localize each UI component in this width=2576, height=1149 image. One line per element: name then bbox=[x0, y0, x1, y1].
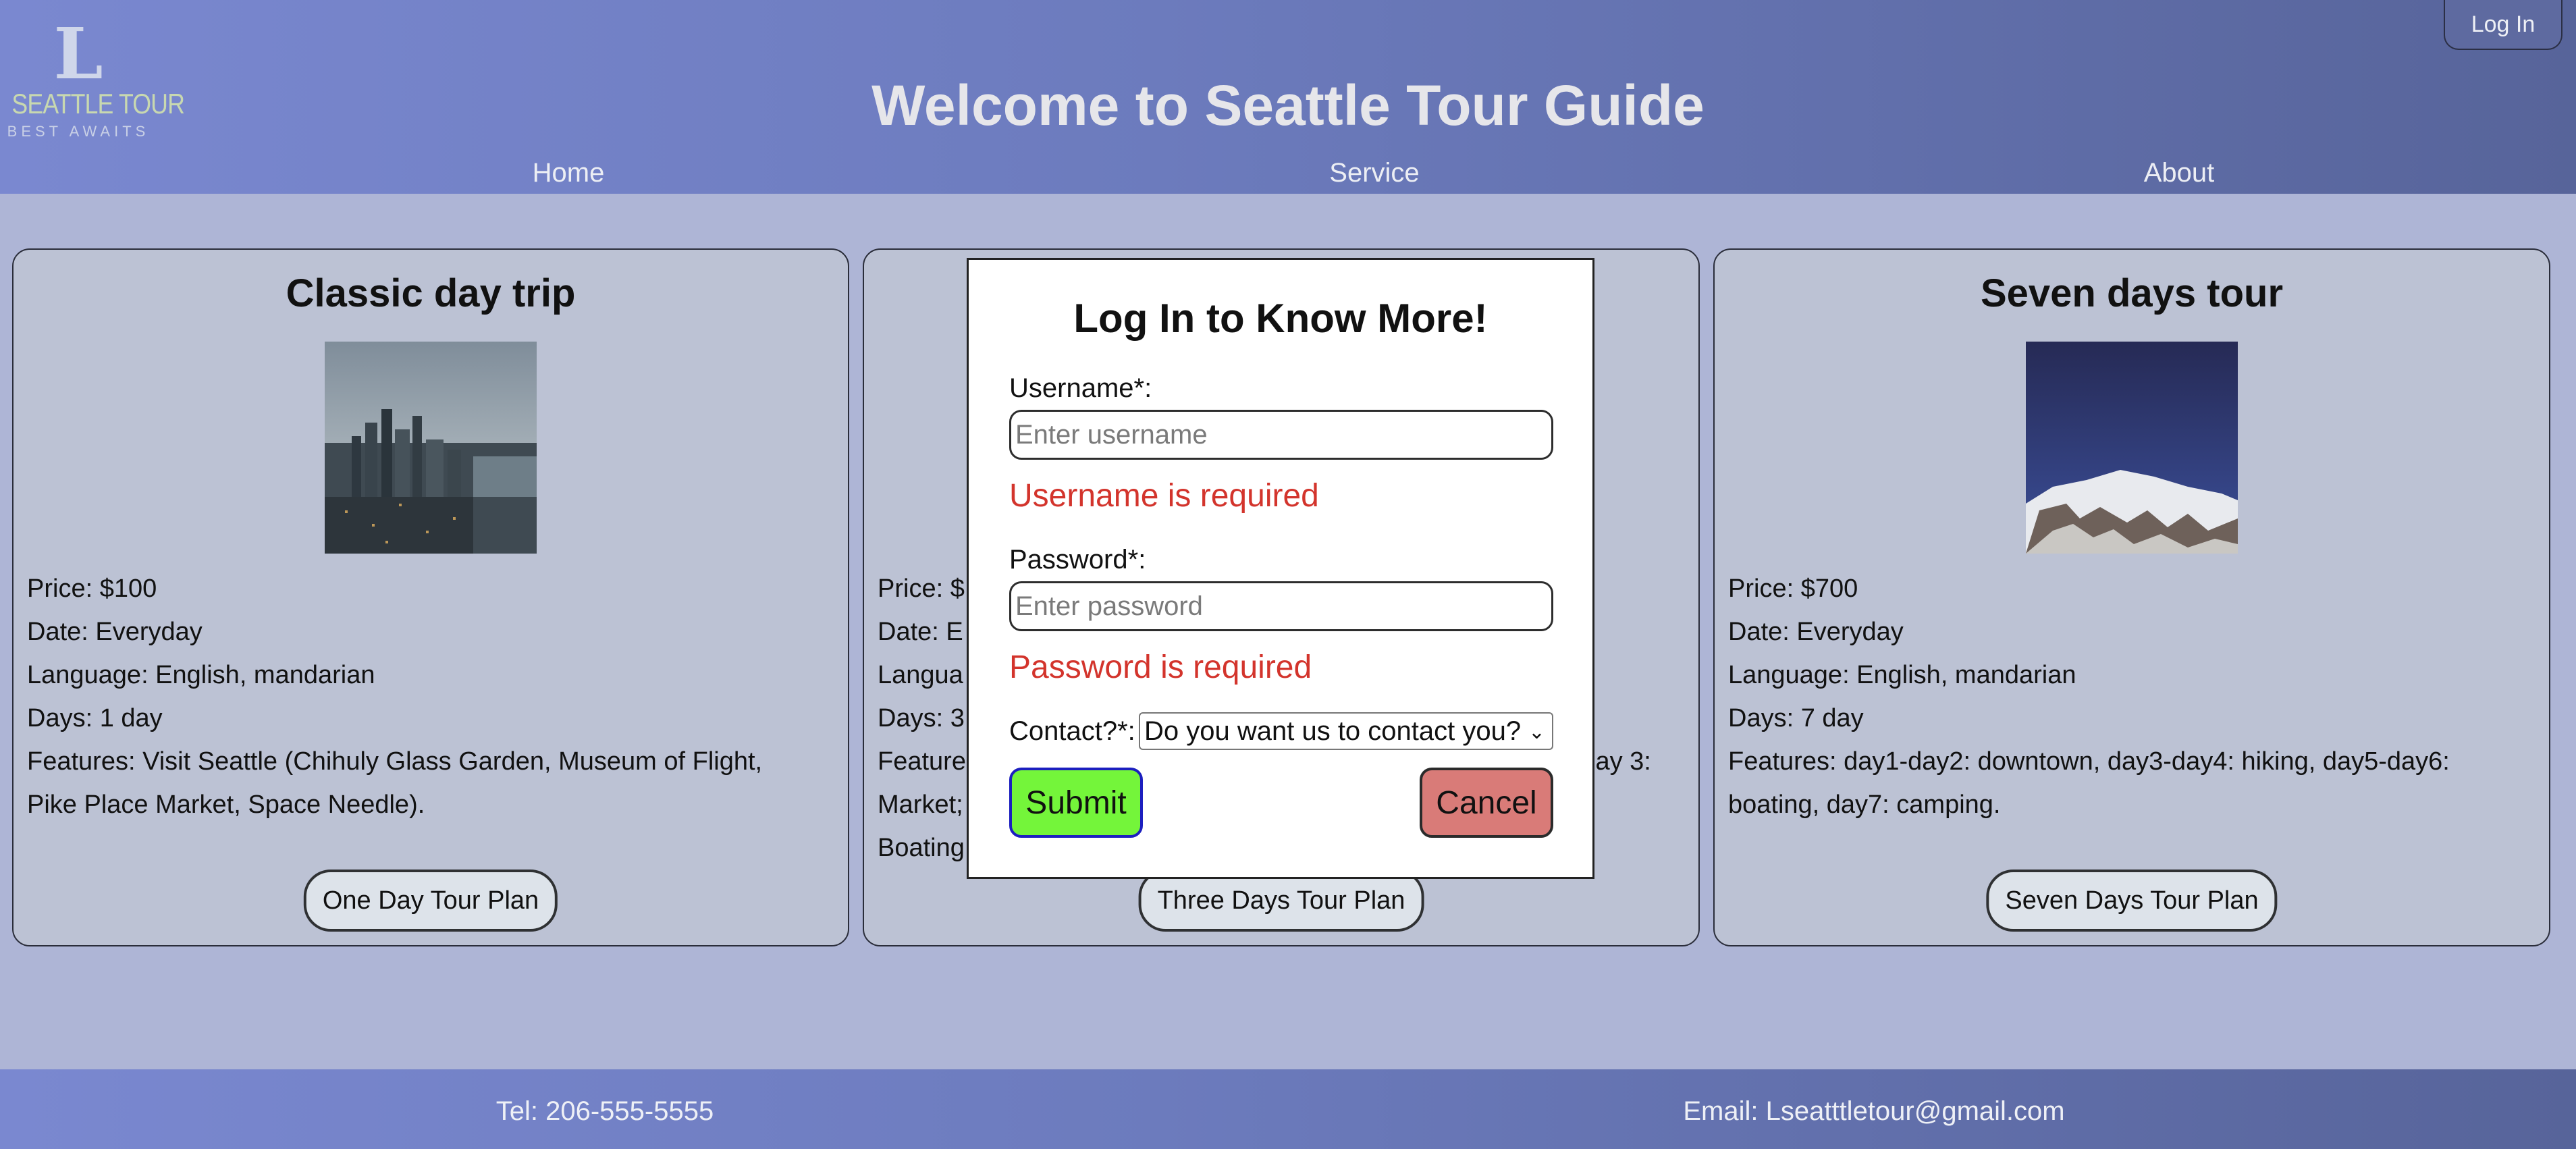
footer-tel: Tel: 206-555-5555 bbox=[495, 1096, 714, 1126]
site-footer: Tel: 206-555-5555 Email: Lseatttletour@g… bbox=[0, 1069, 2576, 1149]
card-title: Classic day trip bbox=[286, 271, 576, 315]
mountain-photo bbox=[2026, 342, 2238, 554]
card-features: Features: Visit Seattle (Chihuly Glass G… bbox=[27, 747, 763, 776]
card-date: Date: Everyday bbox=[27, 618, 203, 646]
username-error: Username is required bbox=[1009, 478, 1319, 514]
modal-title: Log In to Know More! bbox=[1073, 296, 1488, 341]
nav-about[interactable]: About bbox=[2044, 157, 2314, 189]
card-language: Language: English, mandarian bbox=[27, 661, 375, 689]
card-price: Price: $100 bbox=[27, 574, 157, 603]
card-price: Price: $700 bbox=[1728, 574, 1858, 603]
card-features: Features: day1-day2: downtown, day3-day4… bbox=[1728, 747, 2450, 776]
tour-card-classic: Classic day trip Price: $100 Date: Every… bbox=[12, 248, 849, 946]
footer-email[interactable]: Email: Lseatttletour@gmail.com bbox=[1604, 1095, 2144, 1127]
contact-label: Contact?*: bbox=[1009, 716, 1135, 746]
login-modal: Log In to Know More! Username*: Username… bbox=[967, 258, 1594, 879]
card-title: Seven days tour bbox=[1980, 271, 2284, 315]
chevron-down-icon: ⌄ bbox=[1528, 721, 1545, 743]
contact-select[interactable]: Do you want us to contact you? ⌄ bbox=[1139, 712, 1553, 750]
nav-service[interactable]: Service bbox=[1239, 157, 1509, 189]
password-label: Password*: bbox=[1009, 545, 1146, 574]
tour-card-seven-days: Seven days tour Price: $700 Date: Everyd… bbox=[1713, 248, 2550, 946]
submit-button[interactable]: Submit bbox=[1009, 768, 1143, 838]
card-features-cont: Pike Place Market, Space Needle). bbox=[27, 791, 425, 819]
card-days: Days: 1 day bbox=[27, 704, 163, 732]
card-details: Price: $100 Date: Everyday Language: Eng… bbox=[27, 567, 837, 826]
password-input[interactable] bbox=[1009, 581, 1553, 631]
username-label: Username*: bbox=[1009, 373, 1152, 403]
one-day-tour-plan-button[interactable]: One Day Tour Plan bbox=[303, 870, 558, 932]
cancel-button[interactable]: Cancel bbox=[1420, 768, 1553, 838]
page-title: Welcome to Seattle Tour Guide bbox=[871, 74, 1705, 137]
contact-selected-value: Do you want us to contact you? bbox=[1144, 716, 1522, 746]
card-days: Days: 7 day bbox=[1728, 704, 1864, 732]
nav-home[interactable]: Home bbox=[433, 157, 703, 189]
site-header: L SEATTLE TOUR BEST AWAITS Welcome to Se… bbox=[0, 0, 2576, 194]
seven-days-tour-plan-button[interactable]: Seven Days Tour Plan bbox=[1986, 870, 2278, 932]
card-date: Date: Everyday bbox=[1728, 618, 1904, 646]
card-details: Price: $700 Date: Everyday Language: Eng… bbox=[1728, 567, 2538, 826]
card-language: Language: English, mandarian bbox=[1728, 661, 2076, 689]
card-features-cont: boating, day7: camping. bbox=[1728, 791, 2001, 819]
login-button[interactable]: Log In bbox=[2444, 0, 2562, 50]
username-input[interactable] bbox=[1009, 410, 1553, 460]
seattle-skyline-photo bbox=[325, 342, 537, 554]
password-error: Password is required bbox=[1009, 649, 1312, 685]
